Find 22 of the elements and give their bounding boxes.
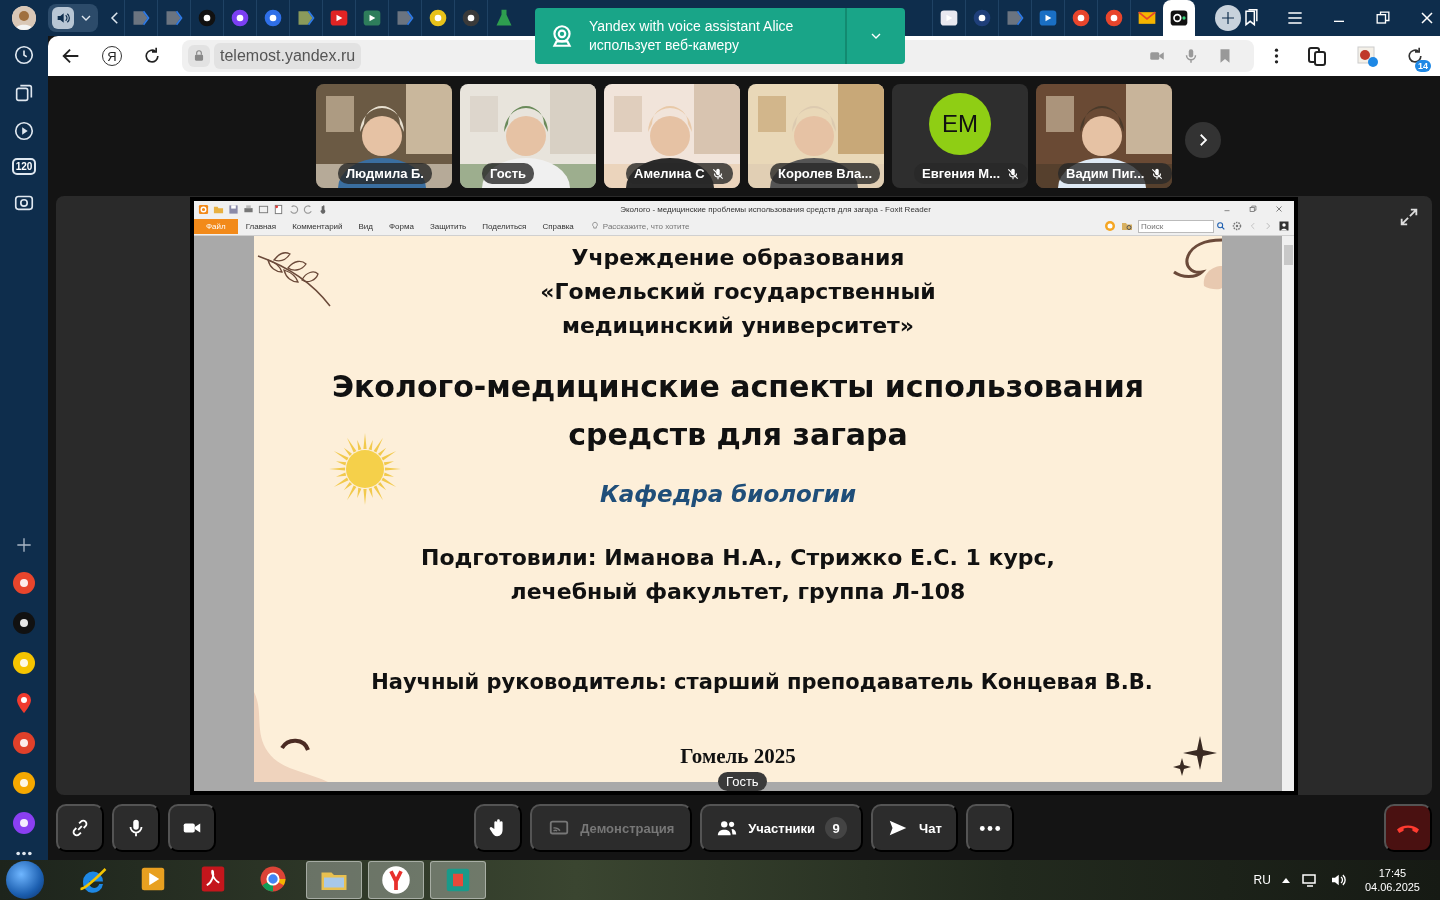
avatar: EM: [929, 93, 991, 155]
notification-text: использует веб-камеру: [589, 36, 740, 55]
clock-time: 17:45: [1378, 867, 1407, 879]
institution-text: Учреждение образования «Гомельский государственный медицинский университет»: [539, 244, 937, 340]
slide-title: Эколого-медицинские аспекты использования средств для загара: [330, 368, 1146, 454]
speaker-label: Гость: [718, 772, 767, 791]
city-year-text: Гомель 2025: [680, 743, 796, 770]
window-title: Эколого - медицинские проблемы использования средств для загара - Foxit Reader: [619, 204, 932, 214]
department-text: Кафедра биологии: [599, 480, 857, 509]
notification-text: Yandex with voice assistant Alice: [589, 17, 795, 36]
participant-name: Людмила Б.: [346, 166, 424, 181]
participant-name: Вадим Пиг...: [1066, 166, 1145, 181]
clock-date: 04.06.2025: [1364, 881, 1420, 893]
participant-count: 9: [825, 817, 848, 839]
advisor-text: Научный руководитель: старший преподаватель Концевая В.В.: [371, 669, 1153, 696]
url-text: telemost.yandex.ru: [214, 43, 362, 69]
participant-name: Евгения М...: [922, 166, 1000, 181]
authors-text: Подготовили: Иманова Н.А., Стрижко Е.С. 1 курс, лечебный факультет, группа Л-108: [420, 544, 1056, 606]
participant-name: Королев Вла...: [778, 166, 873, 181]
participant-name: Амелина С: [634, 166, 705, 181]
participant-name: Гость: [490, 166, 527, 181]
download-count: 14: [1415, 60, 1431, 72]
